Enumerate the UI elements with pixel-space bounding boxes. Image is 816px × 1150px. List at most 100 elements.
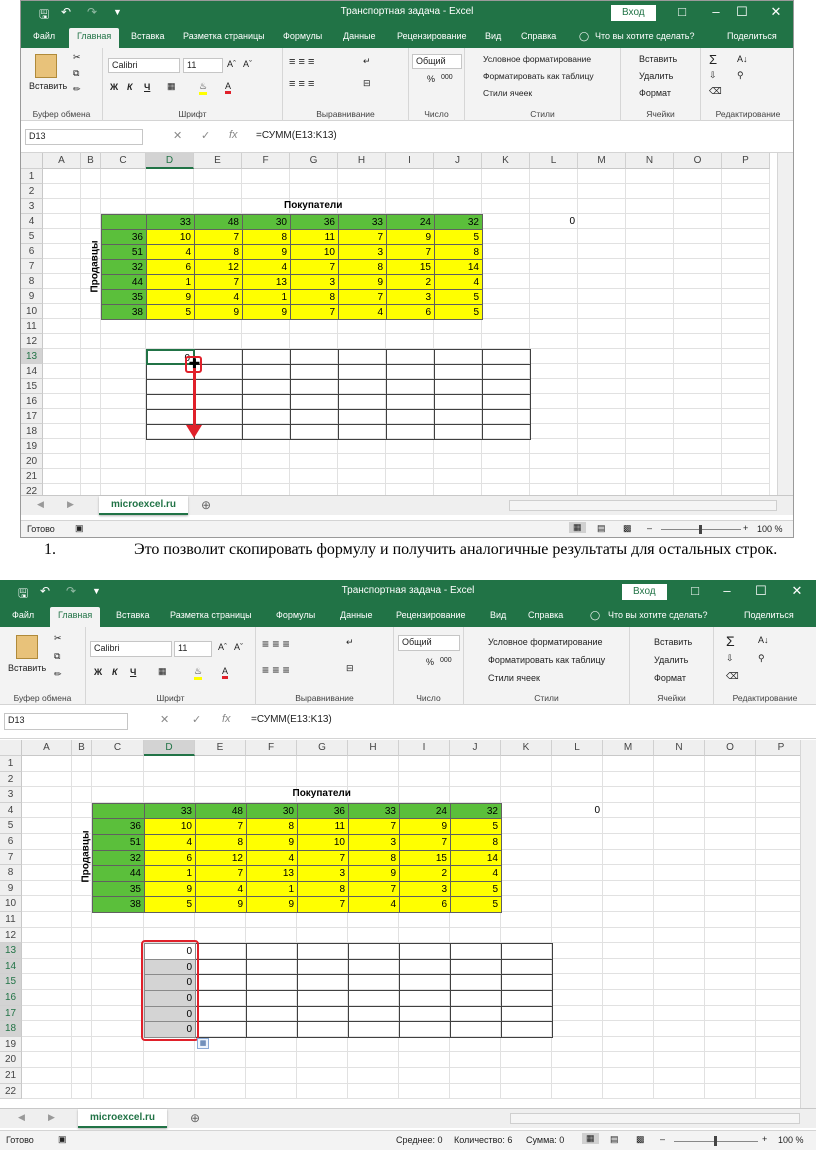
name-box[interactable]: D13	[25, 129, 143, 145]
horizontal-scrollbar[interactable]	[510, 1113, 800, 1124]
result-cell[interactable]	[434, 349, 483, 365]
buyer-demand-cell[interactable]: 33	[338, 214, 387, 230]
result-cell[interactable]	[146, 409, 195, 425]
result-cell[interactable]	[242, 394, 291, 410]
font-color-icon[interactable]: A	[222, 666, 229, 679]
row-header-21[interactable]: 21	[0, 1068, 22, 1084]
result-cell[interactable]	[399, 1005, 451, 1023]
cost-cell[interactable]: 1	[242, 289, 291, 305]
result-cell[interactable]	[348, 974, 400, 991]
row-header-22[interactable]: 22	[0, 1083, 22, 1100]
column-header-d[interactable]: D	[144, 740, 195, 756]
result-cell[interactable]	[399, 943, 451, 960]
font-color-icon[interactable]: A	[225, 81, 232, 94]
seller-supply-cell[interactable]: 38	[101, 304, 147, 320]
cost-cell[interactable]: 7	[338, 289, 387, 305]
result-cell[interactable]	[482, 379, 531, 395]
new-sheet-icon[interactable]: ⊕	[190, 1111, 200, 1125]
insert-cells-button[interactable]: Вставить	[639, 54, 677, 64]
fill-icon[interactable]: ⇩	[726, 653, 734, 664]
cost-cell[interactable]: 8	[348, 849, 400, 867]
result-cell[interactable]	[246, 990, 298, 1007]
result-cell[interactable]	[348, 1021, 400, 1038]
column-header-i[interactable]: I	[386, 153, 434, 169]
tell-me-input[interactable]: Что вы хотите сделать?	[595, 31, 695, 41]
prev-sheet-icon[interactable]: ◀	[37, 499, 44, 510]
cost-cell[interactable]: 3	[386, 289, 435, 305]
result-cell[interactable]	[434, 409, 483, 425]
seller-supply-cell[interactable]: 32	[101, 259, 147, 275]
row-header-16[interactable]: 16	[0, 990, 22, 1006]
tab-help[interactable]: Справка	[521, 31, 556, 41]
result-cell[interactable]	[482, 349, 531, 365]
tab-home[interactable]: Главная	[69, 28, 120, 48]
italic-button[interactable]: К	[112, 667, 118, 677]
cost-cell[interactable]: 5	[450, 818, 502, 835]
result-cell[interactable]	[246, 1005, 298, 1023]
result-cell[interactable]	[194, 409, 243, 425]
font-size-select[interactable]: 11	[183, 58, 223, 73]
row-header-5[interactable]: 5	[21, 229, 43, 244]
seller-supply-cell[interactable]: 51	[101, 244, 147, 260]
insert-function-button[interactable]: fx	[229, 129, 238, 141]
font-size-select[interactable]: 11	[174, 641, 212, 657]
cost-cell[interactable]: 10	[297, 834, 349, 851]
result-cell[interactable]	[146, 394, 195, 410]
tab-home[interactable]: Главная	[50, 607, 101, 627]
delete-cells-button[interactable]: Удалить	[654, 655, 688, 665]
tab-review[interactable]: Рецензирование	[396, 610, 466, 620]
row-header-16[interactable]: 16	[21, 394, 43, 409]
result-cell[interactable]	[482, 409, 531, 425]
row-header-22[interactable]: 22	[21, 484, 43, 495]
delete-cells-button[interactable]: Удалить	[639, 71, 673, 81]
result-cell[interactable]	[290, 409, 339, 425]
cost-cell[interactable]: 4	[195, 880, 247, 898]
cost-cell[interactable]: 7	[348, 818, 400, 835]
next-sheet-icon[interactable]: ▶	[67, 499, 74, 510]
bold-button[interactable]: Ж	[94, 667, 102, 677]
cost-cell[interactable]: 9	[144, 880, 196, 898]
result-cell[interactable]	[434, 364, 483, 380]
column-header-i[interactable]: I	[399, 740, 450, 756]
insert-function-button[interactable]: fx	[222, 713, 231, 725]
cost-cell[interactable]: 7	[290, 304, 339, 320]
buyer-demand-cell[interactable]: 32	[450, 802, 502, 820]
result-cell[interactable]	[290, 424, 339, 440]
cost-cell[interactable]: 4	[348, 896, 400, 913]
cost-cell[interactable]: 5	[434, 304, 483, 320]
row-header-14[interactable]: 14	[21, 364, 43, 379]
row-header-9[interactable]: 9	[21, 289, 43, 304]
zoom-thumb[interactable]	[699, 525, 702, 534]
cut-icon[interactable]: ✂	[54, 633, 62, 644]
minimize-icon[interactable]: –	[716, 583, 738, 598]
seller-supply-cell[interactable]: 36	[92, 818, 145, 835]
column-header-p[interactable]: P	[722, 153, 770, 169]
result-cell[interactable]	[195, 958, 247, 976]
cost-cell[interactable]: 7	[399, 834, 451, 851]
fill-color-icon[interactable]: ♨	[194, 666, 203, 680]
row-header-3[interactable]: 3	[21, 199, 43, 214]
share-button[interactable]: Поделиться	[744, 610, 794, 620]
column-header-p[interactable]: P	[756, 740, 800, 756]
result-cell[interactable]	[194, 394, 243, 410]
cost-cell[interactable]: 4	[144, 834, 196, 851]
corner-cell-c4[interactable]	[92, 802, 145, 820]
undo-icon[interactable]: ↶	[40, 584, 50, 598]
merge-icon[interactable]: ⊟	[346, 663, 354, 674]
cost-cell[interactable]: 10	[290, 244, 339, 260]
tell-me-input[interactable]: Что вы хотите сделать?	[608, 610, 708, 620]
format-as-table-button[interactable]: Форматировать как таблицу	[488, 655, 605, 665]
result-cell[interactable]	[297, 1005, 349, 1023]
cost-cell[interactable]: 8	[246, 818, 298, 835]
cut-icon[interactable]: ✂	[73, 52, 81, 63]
row-header-13[interactable]: 13	[21, 349, 43, 364]
align-left-icon[interactable]: ≡ ≡ ≡	[289, 78, 314, 90]
result-cell[interactable]	[399, 974, 451, 991]
result-cell[interactable]	[338, 394, 387, 410]
result-cell[interactable]	[297, 974, 349, 991]
cost-cell[interactable]: 8	[290, 289, 339, 305]
corner-cell-c4[interactable]	[101, 214, 147, 230]
cost-cell[interactable]: 6	[399, 896, 451, 913]
cost-cell[interactable]: 8	[242, 229, 291, 245]
buyer-demand-cell[interactable]: 36	[297, 802, 349, 820]
